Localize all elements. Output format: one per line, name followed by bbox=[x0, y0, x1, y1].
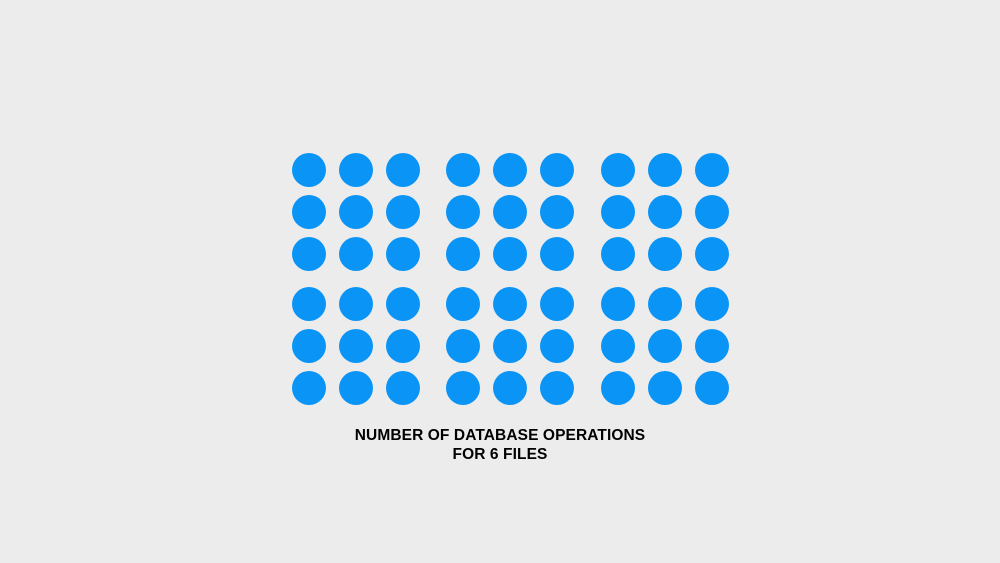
operation-dot bbox=[648, 287, 682, 321]
operation-dot bbox=[339, 329, 373, 363]
operations-dot-grid bbox=[0, 0, 1000, 563]
operation-dot bbox=[339, 287, 373, 321]
operation-dot bbox=[540, 153, 574, 187]
operation-dot bbox=[339, 195, 373, 229]
operation-dot bbox=[695, 371, 729, 405]
operation-dot bbox=[446, 153, 480, 187]
operation-dot bbox=[446, 195, 480, 229]
operation-dot bbox=[601, 287, 635, 321]
operation-dot bbox=[386, 153, 420, 187]
operation-dot bbox=[446, 287, 480, 321]
operation-dot bbox=[648, 237, 682, 271]
operation-dot bbox=[493, 287, 527, 321]
operation-dot bbox=[695, 237, 729, 271]
operation-dot bbox=[601, 237, 635, 271]
operation-dot bbox=[292, 371, 326, 405]
operation-dot bbox=[695, 153, 729, 187]
operation-dot bbox=[493, 237, 527, 271]
operation-dot bbox=[695, 287, 729, 321]
operation-dot bbox=[386, 329, 420, 363]
operation-dot bbox=[695, 329, 729, 363]
operation-dot bbox=[339, 371, 373, 405]
diagram-canvas: NUMBER OF DATABASE OPERATIONS FOR 6 FILE… bbox=[0, 0, 1000, 563]
operation-dot bbox=[493, 371, 527, 405]
operation-dot bbox=[493, 195, 527, 229]
operation-dot bbox=[493, 153, 527, 187]
operation-dot bbox=[601, 329, 635, 363]
operation-dot bbox=[540, 237, 574, 271]
operation-dot bbox=[540, 371, 574, 405]
operation-dot bbox=[540, 287, 574, 321]
operation-dot bbox=[339, 237, 373, 271]
operation-dot bbox=[386, 287, 420, 321]
operation-dot bbox=[601, 371, 635, 405]
operation-dot bbox=[446, 329, 480, 363]
operation-dot bbox=[446, 237, 480, 271]
diagram-caption: NUMBER OF DATABASE OPERATIONS FOR 6 FILE… bbox=[0, 426, 1000, 464]
operation-dot bbox=[540, 329, 574, 363]
operation-dot bbox=[292, 237, 326, 271]
operation-dot bbox=[648, 153, 682, 187]
operation-dot bbox=[446, 371, 480, 405]
operation-dot bbox=[386, 237, 420, 271]
operation-dot bbox=[601, 195, 635, 229]
operation-dot bbox=[339, 153, 373, 187]
caption-line-1: NUMBER OF DATABASE OPERATIONS bbox=[354, 427, 646, 444]
operation-dot bbox=[695, 195, 729, 229]
operation-dot bbox=[386, 371, 420, 405]
operation-dot bbox=[386, 195, 420, 229]
operation-dot bbox=[601, 153, 635, 187]
operation-dot bbox=[648, 195, 682, 229]
operation-dot bbox=[540, 195, 574, 229]
operation-dot bbox=[292, 195, 326, 229]
operation-dot bbox=[292, 153, 326, 187]
operation-dot bbox=[648, 329, 682, 363]
caption-line-2: FOR 6 FILES bbox=[452, 446, 548, 463]
operation-dot bbox=[648, 371, 682, 405]
operation-dot bbox=[292, 287, 326, 321]
operation-dot bbox=[292, 329, 326, 363]
operation-dot bbox=[493, 329, 527, 363]
